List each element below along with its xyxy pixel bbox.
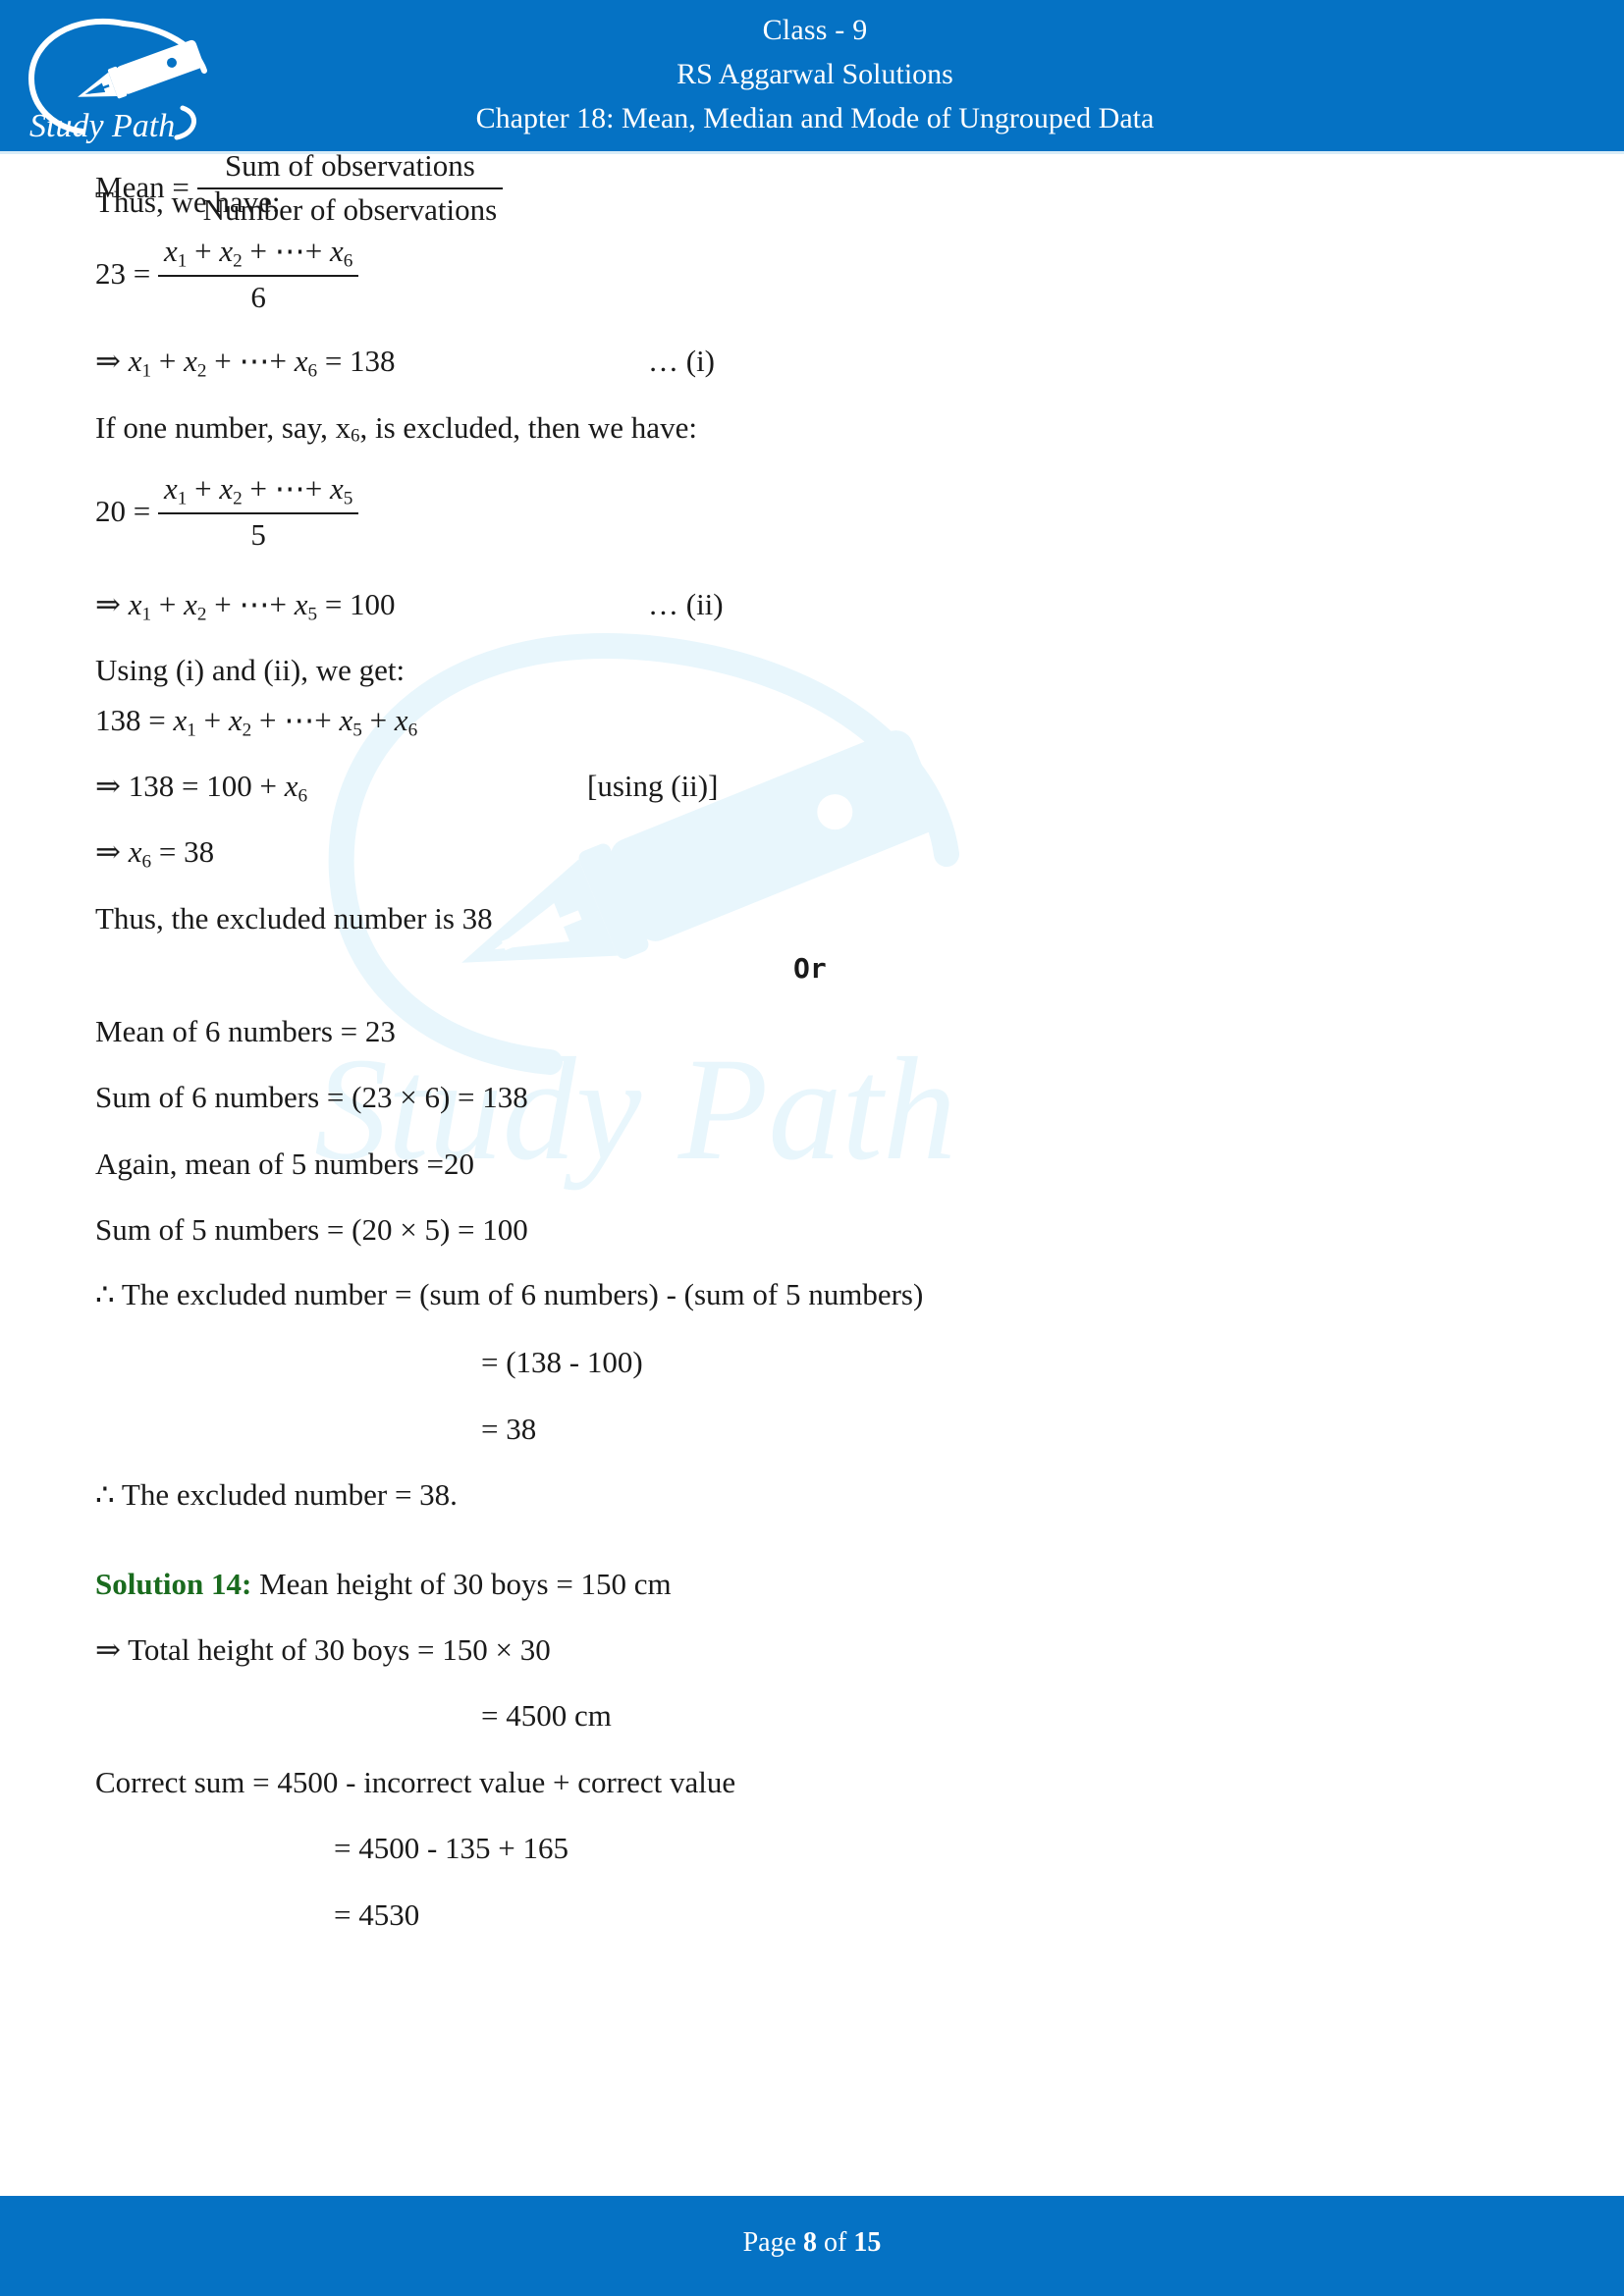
solution-14-text: Mean height of 30 boys = 150 cm [259, 1567, 672, 1601]
header-book-line: RS Aggarwal Solutions [677, 58, 953, 90]
svg-text:Study Path: Study Path [29, 108, 175, 144]
document-body: Mean = Sum of observations Number of obs… [0, 148, 1624, 2196]
equation-23: 23 = x1 + x2 + ⋯+ x6 6 [95, 233, 359, 319]
equation-ii: ⇒ x1 + x2 + ⋯+ x5 = 100 [95, 587, 396, 625]
sum-of-5-line: Sum of 5 numbers = (20 × 5) = 100 [95, 1212, 528, 1247]
equation-i-arrow: ⇒ [95, 344, 129, 378]
equation-138-100-tag: [using (ii)] [587, 769, 719, 803]
mean-of-6-line: Mean of 6 numbers = 23 [95, 1014, 396, 1048]
header-chapter-line: Chapter 18: Mean, Median and Mode of Ung… [475, 102, 1155, 134]
page-footer: Page 8 of 15 [0, 2196, 1624, 2296]
thus-excluded-line: Thus, the excluded number is 38 [95, 901, 493, 935]
equation-i: ⇒ x1 + x2 + ⋯+ x6 = 138 [95, 344, 396, 382]
equation-20-numerator: x1 + x2 + ⋯+ x5 [157, 470, 359, 515]
excluded-number-calc-line: = (138 - 100) [481, 1345, 643, 1379]
equation-20-denominator: 5 [250, 517, 266, 553]
page-middle: of [817, 2227, 854, 2258]
page-prefix: Page [742, 2227, 804, 2258]
sum-of-6-line: Sum of 6 numbers = (23 × 6) = 138 [95, 1080, 528, 1114]
page-number-indicator: Page 8 of 15 [0, 2227, 1624, 2259]
excluded-number-final-line: ∴ The excluded number = 38. [95, 1477, 458, 1512]
equation-i-x1: x [128, 344, 142, 378]
equation-i-tag: … (i) [648, 344, 716, 378]
page-current: 8 [803, 2227, 818, 2258]
study-path-logo-icon: Study Path [18, 6, 219, 148]
header-class-line: Class - 9 [762, 14, 868, 46]
equation-20-fraction: x1 + x2 + ⋯+ x5 5 [157, 470, 359, 555]
again-mean-of-5-line: Again, mean of 5 numbers =20 [95, 1147, 474, 1181]
using-i-and-ii-line: Using (i) and (ii), we get: [95, 653, 406, 687]
equation-23-denominator: 6 [250, 280, 266, 315]
solution-14-heading: Solution 14: Mean height of 30 boys = 15… [95, 1566, 672, 1604]
page-header: Study Path Class - 9 RS Aggarwal Solutio… [0, 0, 1624, 154]
equation-138: 138 = x1 + x2 + ⋯+ x5 + x6 [95, 703, 418, 741]
excluded-number-expression-line: ∴ The excluded number = (sum of 6 number… [95, 1277, 924, 1311]
correct-sum-line: Correct sum = 4500 - incorrect value + c… [95, 1765, 736, 1799]
excluded-number-result-line: = 38 [481, 1412, 537, 1446]
document-page: Study Path Class - 9 RS Aggarwal Solutio… [0, 0, 1624, 2296]
equation-ii-tag: … (ii) [648, 587, 724, 621]
total-height-value-line: = 4500 cm [481, 1698, 612, 1733]
equation-23-fraction: x1 + x2 + ⋯+ x6 6 [157, 233, 359, 317]
if-one-number-line: If one number, say, x6, is excluded, the… [95, 410, 697, 447]
or-separator: Or [793, 952, 827, 985]
thus-we-have-line: Thus, we have: [95, 185, 281, 219]
equation-x6: ⇒ x6 = 38 [95, 834, 215, 873]
equation-23-lhs: 23 = [95, 256, 151, 292]
total-height-line: ⇒ Total height of 30 boys = 150 × 30 [95, 1632, 551, 1667]
page-total: 15 [853, 2227, 882, 2258]
equation-138-100: ⇒ 138 = 100 + x6 [95, 769, 308, 807]
equation-20-lhs: 20 = [95, 494, 151, 529]
correct-sum-result-line: = 4530 [334, 1897, 420, 1932]
header-titles: Class - 9 RS Aggarwal Solutions Chapter … [236, 8, 1394, 140]
equation-23-numerator: x1 + x2 + ⋯+ x6 [157, 233, 359, 278]
solution-14-label: Solution 14: [95, 1567, 252, 1601]
correct-sum-calc-line: = 4500 - 135 + 165 [334, 1831, 569, 1865]
equation-20: 20 = x1 + x2 + ⋯+ x5 5 [95, 470, 359, 557]
